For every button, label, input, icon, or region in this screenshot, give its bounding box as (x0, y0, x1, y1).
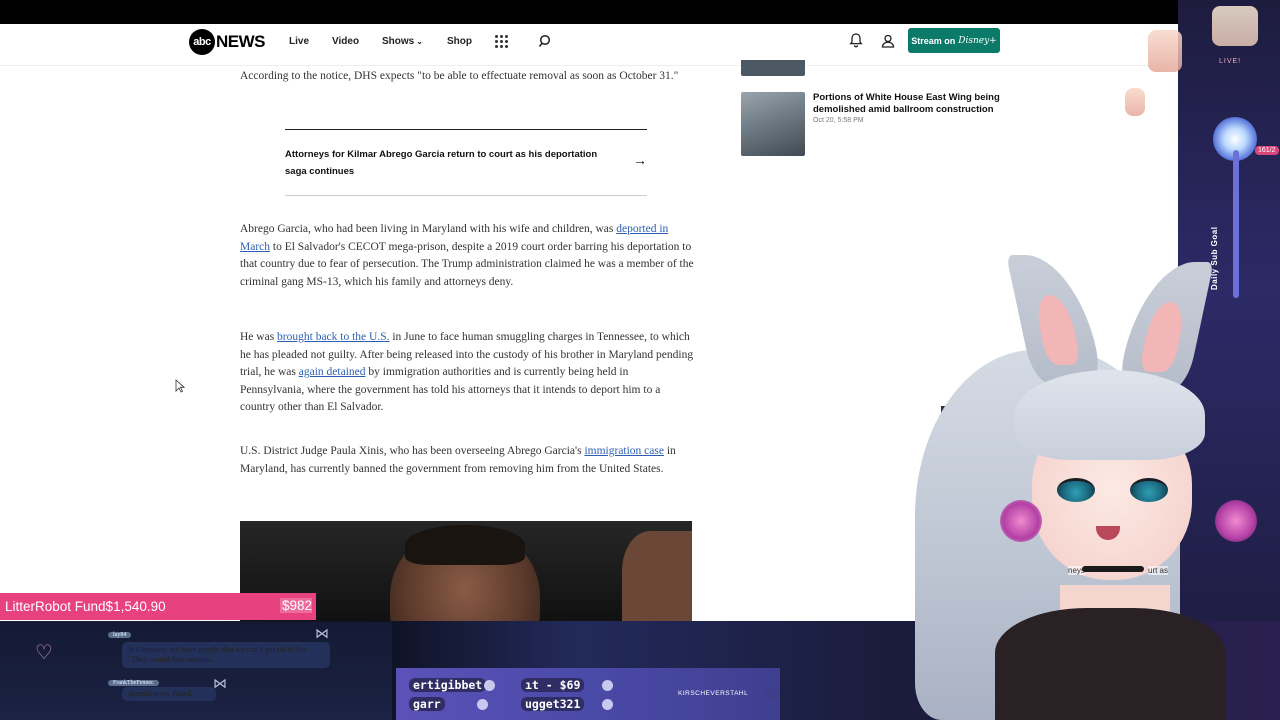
ticker-item: garr (409, 697, 445, 711)
link-immigration-case[interactable]: immigration case (584, 445, 664, 457)
sub-goal-count: 161/2 (1255, 146, 1279, 155)
fund-label: LitterRobot Fund$1,540.90 (5, 599, 166, 614)
nav-shop[interactable]: Shop (447, 36, 472, 47)
text-run: U.S. District Judge Paula Xinis, who has… (240, 445, 585, 457)
ticker-item: ertigibbet (409, 678, 487, 692)
mouse-cursor-icon (175, 379, 185, 393)
stream-button-label: Stream on (911, 35, 956, 46)
chat-panel: ♡ lay84 In Germany, we have people that … (0, 622, 392, 720)
fund-amount: $982 (279, 598, 312, 613)
chat-message-text: In Germany, we have people that we can´t… (128, 645, 307, 664)
article-paragraph: According to the notice, DHS expects "to… (240, 70, 679, 82)
logo-word: NEWS (216, 32, 266, 51)
link-brought-back[interactable]: brought back to the U.S. (277, 331, 389, 343)
nav-shows[interactable]: Shows ⌄ (382, 36, 423, 47)
photo-bystander (622, 531, 692, 621)
stream-overlay-right-panel (1178, 0, 1280, 720)
sidebar-story-title[interactable]: Portions of White House East Wing being … (813, 92, 1003, 115)
text-run: to El Salvador's CECOT mega-prison, desp… (240, 240, 694, 288)
article-paragraph: He was brought back to the U.S. in June … (240, 329, 695, 417)
site-header: abc NEWS Live Video Shows ⌄ Shop Stream o… (0, 24, 1280, 66)
arrow-right-icon: → (633, 152, 647, 168)
streamer-name-tag: KIRSCHEVERSTAHL (678, 690, 749, 697)
nav-live[interactable]: Live (289, 36, 309, 47)
bow-decoration-icon: ⋈ (213, 677, 227, 692)
text-run: He was (240, 331, 278, 343)
grid-icon[interactable] (495, 35, 508, 48)
chat-message-text: @reallearycs Based (128, 689, 192, 698)
disney-plus-logo: Disney+ (958, 35, 997, 46)
sidebar-story-time: Oct 20, 5:58 PM (813, 117, 864, 124)
lantern-decoration (1148, 30, 1182, 72)
bell-icon[interactable] (848, 32, 864, 48)
chat-message: In Germany, we have people that we can´t… (122, 642, 330, 668)
nav-video[interactable]: Video (332, 36, 359, 47)
logo-mark: abc (189, 29, 215, 55)
gem-icon (602, 699, 613, 710)
photo-subject-hair (405, 525, 525, 565)
avatar-left-eye (1057, 478, 1095, 502)
star-emblem-decoration (1212, 6, 1258, 46)
avatar-outfit (995, 608, 1225, 720)
chat-bubble-icon (765, 688, 779, 700)
ear-inner (1032, 295, 1082, 365)
nav-shows-label: Shows (382, 36, 415, 47)
hair-flower-decoration (1215, 500, 1257, 542)
chat-username: FrankTheFennec (108, 680, 159, 686)
fund-goal-banner: LitterRobot Fund$1,540.90 $982 (0, 593, 316, 620)
chat-username: lay84 (108, 632, 132, 638)
heart-icon (484, 680, 495, 691)
background-tv-text: urt as (1148, 566, 1169, 575)
sidebar-story-thumbnail[interactable] (741, 92, 805, 156)
avatar-choker (1082, 566, 1144, 572)
article-paragraph: Abrego Garcia, who had been living in Ma… (240, 221, 695, 291)
heart-decoration-icon: ♡ (35, 642, 53, 664)
related-story-link[interactable]: Attorneys for Kilmar Abrego Garcia retur… (285, 129, 647, 196)
search-icon[interactable] (539, 34, 553, 48)
user-icon[interactable] (880, 33, 896, 49)
hair-flower-decoration (1000, 500, 1042, 542)
ticker-item: ugget321 (521, 697, 585, 711)
abc-news-logo[interactable]: abc NEWS (189, 29, 266, 55)
lantern-decoration (1125, 88, 1145, 116)
related-story-title: Attorneys for Kilmar Abrego Garcia retur… (285, 149, 598, 177)
gem-icon (602, 680, 613, 691)
chevron-down-icon: ⌄ (416, 37, 423, 46)
chat-message: @reallearycs Based (122, 687, 216, 701)
avatar-bangs (1015, 370, 1205, 460)
gem-icon (477, 699, 488, 710)
link-again-detained[interactable]: again detained (299, 366, 366, 378)
browser-top-bar (0, 0, 1280, 24)
live-label: LIVE! (1219, 58, 1242, 65)
stream-on-disney-button[interactable]: Stream on Disney+ (908, 28, 1000, 53)
ticker-item: ıt - $69 (521, 678, 585, 692)
ear-inner (1138, 302, 1188, 372)
text-run: Abrego Garcia, who had been living in Ma… (240, 223, 617, 235)
article-paragraph: U.S. District Judge Paula Xinis, who has… (240, 443, 695, 478)
sub-goal-label: Daily Sub Goal (1210, 226, 1219, 290)
bow-decoration-icon: ⋈ (315, 627, 329, 642)
sub-goal-progress-bar (1233, 150, 1239, 298)
sidebar-thumbnail-previous[interactable] (741, 60, 805, 76)
avatar-right-eye (1130, 478, 1168, 502)
